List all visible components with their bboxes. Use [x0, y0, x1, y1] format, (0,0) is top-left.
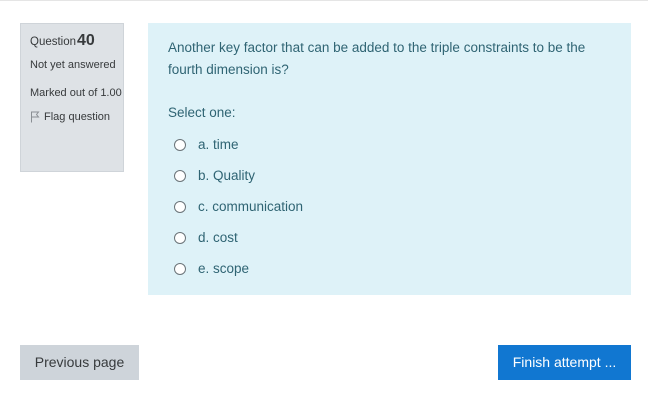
question-state: Not yet answered: [30, 59, 116, 71]
question-number: Question40: [30, 32, 123, 51]
answer-option-c[interactable]: c. communication: [168, 191, 631, 222]
select-prompt: Select one:: [168, 105, 236, 120]
answer-option-b[interactable]: b. Quality: [168, 160, 631, 191]
flag-question-label: Flag question: [44, 111, 111, 123]
radio-button[interactable]: [174, 138, 186, 151]
answer-option-label: a. time: [198, 137, 239, 152]
top-divider: [0, 0, 648, 1]
answer-options: a. time b. Quality c. communication d. c…: [168, 129, 631, 284]
question-info-panel: Question40 Not yet answered Marked out o…: [20, 23, 124, 172]
question-text: Another key factor that can be added to …: [168, 40, 586, 77]
question-label: Question: [30, 36, 77, 48]
radio-button[interactable]: [174, 200, 186, 213]
radio-button[interactable]: [174, 231, 186, 244]
answer-option-d[interactable]: d. cost: [168, 222, 631, 253]
finish-attempt-button[interactable]: Finish attempt ...: [498, 345, 631, 380]
question-grade: Marked out of 1.00: [30, 87, 122, 99]
question-number-value: 40: [77, 32, 95, 49]
radio-button[interactable]: [174, 262, 186, 275]
flag-question-link[interactable]: Flag question: [30, 111, 123, 123]
flag-icon: [31, 111, 40, 123]
answer-option-e[interactable]: e. scope: [168, 253, 631, 284]
answer-option-label: b. Quality: [198, 168, 256, 183]
question-content: Another key factor that can be added to …: [148, 23, 631, 295]
radio-button[interactable]: [174, 169, 186, 182]
answer-option-label: e. scope: [198, 261, 250, 276]
answer-option-a[interactable]: a. time: [168, 129, 631, 160]
answer-option-label: c. communication: [198, 199, 304, 214]
answer-option-label: d. cost: [198, 230, 238, 245]
previous-page-button[interactable]: Previous page: [20, 345, 139, 380]
